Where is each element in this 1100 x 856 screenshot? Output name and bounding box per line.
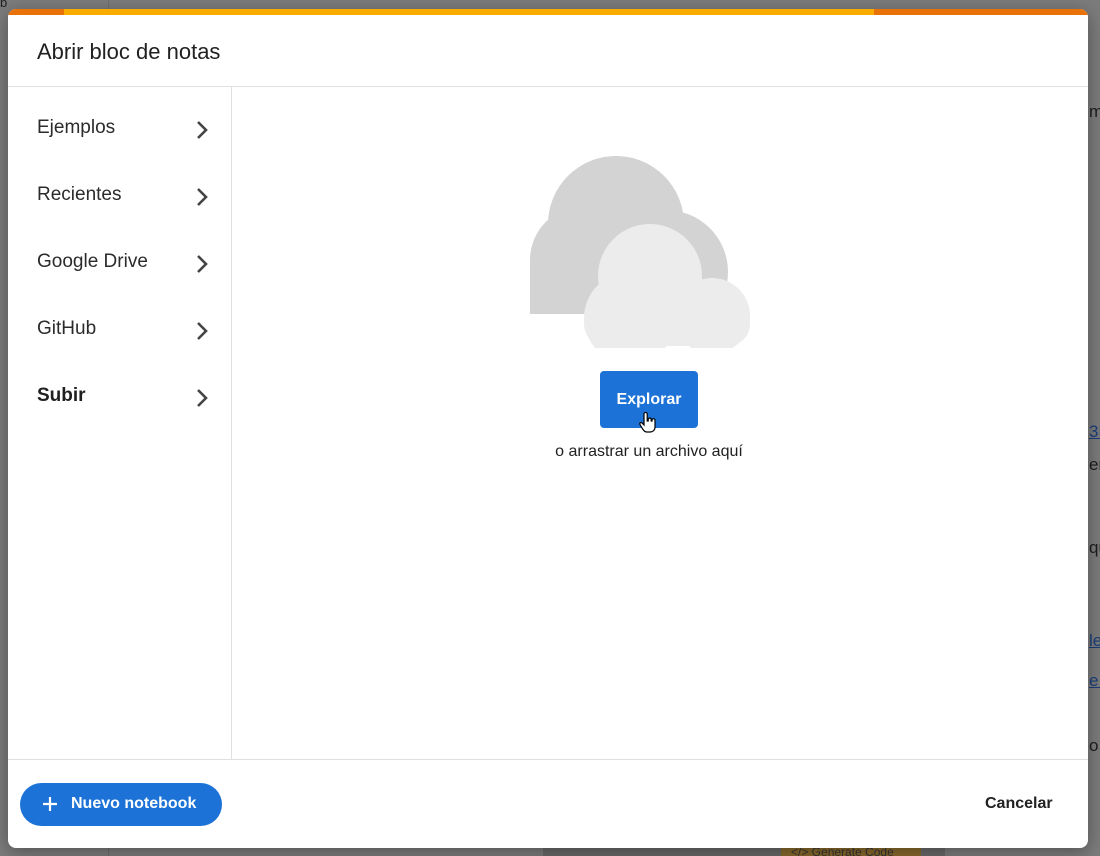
chevron-right-icon [197,121,208,139]
background-link: 3E [1089,422,1100,441]
divider [8,759,1088,760]
chevron-right-icon [197,255,208,273]
nav-item-google-drive[interactable]: Google Drive [8,231,231,298]
new-notebook-label: Nuevo notebook [71,795,197,812]
nav-item-label: Recientes [37,184,122,205]
open-notebook-dialog: Abrir bloc de notas Ejemplos Recientes G… [8,9,1088,848]
dialog-accent-bar [8,9,1088,15]
cloud-icon [530,156,750,348]
plus-icon [43,797,57,811]
cancel-button[interactable]: Cancelar [972,783,1064,826]
chevron-right-icon [197,389,208,407]
nav-item-label: GitHub [37,318,97,339]
upload-panel[interactable]: Explorar o arrastrar un archivo aquí [232,87,1088,759]
drop-hint-text: o arrastrar un archivo aquí [555,443,743,460]
background-link: e C [1089,671,1100,690]
nav-item-github[interactable]: GitHub [8,298,231,365]
dialog-title: Abrir bloc de notas [37,39,221,64]
background-link: le [1089,631,1100,650]
background-text: b [0,0,8,10]
background-text: qu [1089,538,1100,557]
nav-item-ejemplos[interactable]: Ejemplos [8,97,231,164]
nav-item-label: Subir [37,385,86,406]
nav-item-subir[interactable]: Subir [8,365,231,432]
cancel-label: Cancelar [985,795,1053,812]
chevron-right-icon [197,322,208,340]
new-notebook-button[interactable]: Nuevo notebook [20,783,222,826]
nav-item-label: Ejemplos [37,117,116,138]
background-text: m [1089,102,1100,121]
background-text: o [1089,736,1099,755]
chevron-right-icon [197,188,208,206]
background-text: er [1089,455,1100,474]
hand-cursor-icon [639,412,656,433]
nav-item-label: Google Drive [37,251,148,272]
nav-item-recientes[interactable]: Recientes [8,164,231,231]
